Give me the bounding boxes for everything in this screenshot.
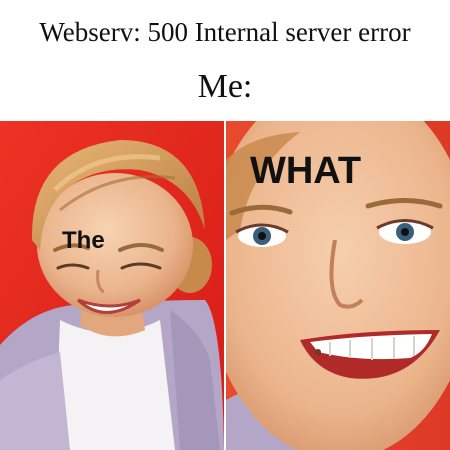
left-panel-label: The	[62, 227, 105, 254]
right-panel-label: WHAT	[250, 150, 361, 192]
left-panel: The	[0, 121, 224, 450]
meme: Webserv: 500 Internal server error Me: T…	[0, 0, 450, 450]
caption-top-line: Webserv: 500 Internal server error	[39, 17, 411, 47]
right-panel: WHAT	[226, 121, 450, 450]
meme-photo: The WHAT	[0, 121, 450, 450]
caption-me-line: Me:	[197, 68, 253, 105]
